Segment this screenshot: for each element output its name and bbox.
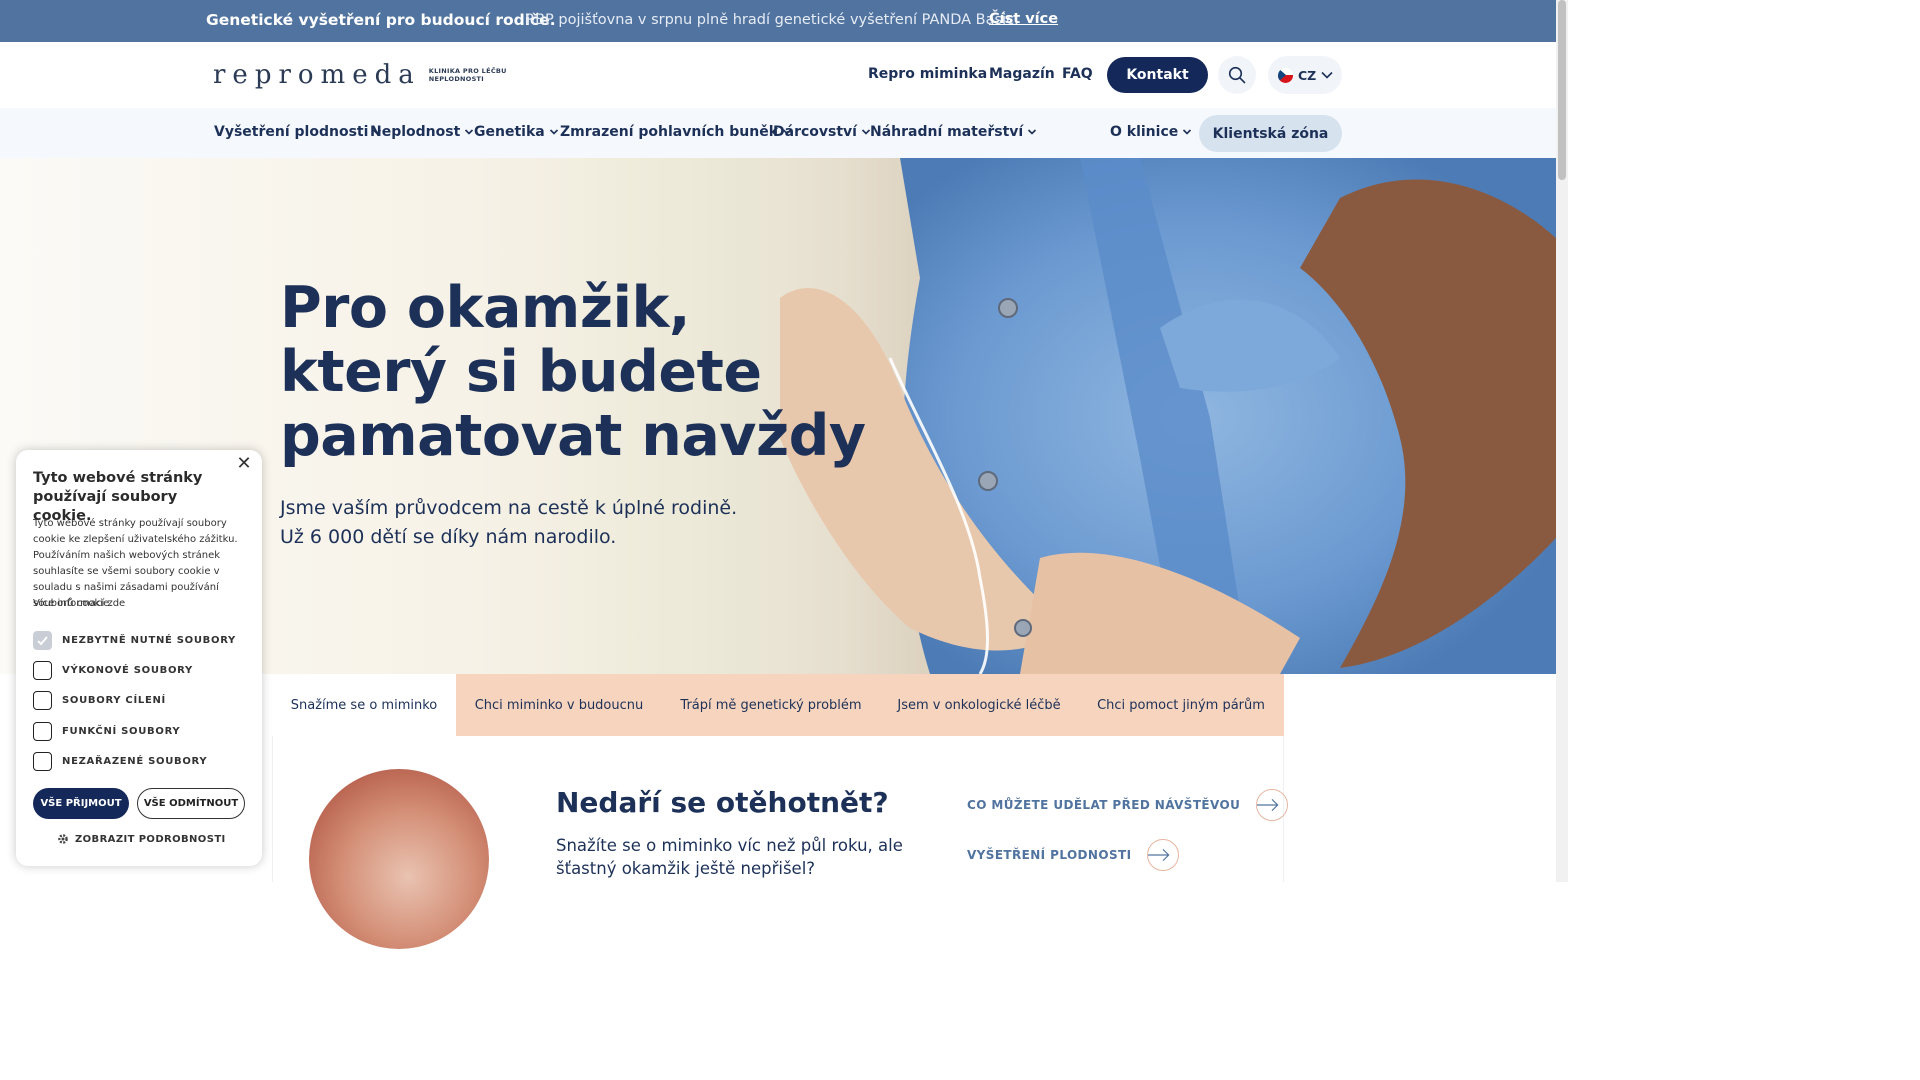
search-button[interactable] [1218, 56, 1256, 94]
close-icon[interactable]: ✕ [236, 455, 252, 473]
contact-button[interactable]: Kontakt [1107, 57, 1208, 93]
czech-flag-icon [1278, 67, 1293, 83]
hero-photo-pregnant-belly [780, 158, 1556, 674]
nav-item-nahradni-materstvi[interactable]: Náhradní mateřství [870, 124, 1037, 140]
cookie-more-info-link[interactable]: Více informací zde [33, 598, 125, 609]
language-code: CZ [1298, 67, 1317, 83]
repromeda-logo[interactable]: repromeda KLINIKA PRO LÉČBU NEPLODNOSTI [213, 60, 507, 90]
scrollbar-thumb[interactable] [1558, 0, 1566, 180]
header-link-magazin[interactable]: Magazín [989, 66, 1055, 82]
page-scrollbar[interactable] [1556, 0, 1568, 882]
search-icon [1228, 66, 1246, 84]
client-zone-button[interactable]: Klientská zóna [1199, 115, 1342, 152]
checkbox[interactable] [33, 752, 52, 771]
chevron-down-icon [1321, 71, 1333, 79]
banner-headline: Genetické vyšetření pro budoucí rodiče. [206, 11, 556, 29]
chevron-down-icon [549, 129, 558, 135]
section-heading: Nedaří se otěhotnět? [556, 786, 889, 819]
header-link-faq[interactable]: FAQ [1062, 66, 1093, 82]
tab-chci-miminko-v-budoucnu[interactable]: Chci miminko v budoucnu [456, 674, 662, 736]
announcement-banner: Genetické vyšetření pro budoucí rodiče. … [0, 0, 1556, 42]
checkbox[interactable] [33, 661, 52, 680]
chevron-down-icon [465, 129, 474, 135]
header-link-repro-miminka[interactable]: Repro miminka [868, 66, 987, 82]
accept-all-button[interactable]: VŠE PŘIJMOUT [33, 788, 129, 819]
tab-genetic-problem[interactable]: Trápí mě genetický problém [662, 674, 880, 736]
cookie-option-necessary[interactable]: NEZBYTNĚ NUTNÉ SOUBORY [33, 631, 236, 650]
logo-wordmark: repromeda [213, 60, 421, 90]
banner-read-more-link[interactable]: Číst více [989, 11, 1058, 27]
cookie-option-targeting[interactable]: SOUBORY CÍLENÍ [33, 691, 166, 710]
main-navigation: Vyšetření plodnosti Neplodnost Genetika … [0, 108, 1556, 158]
chevron-down-icon [1183, 129, 1192, 135]
checkbox[interactable] [33, 691, 52, 710]
tab-content: Nedaří se otěhotnět? Snažíte se o mimink… [272, 736, 1289, 949]
site-header: repromeda KLINIKA PRO LÉČBU NEPLODNOSTI … [0, 42, 1556, 108]
nav-item-darcovstvi[interactable]: Dárcovství [773, 124, 871, 140]
couple-hands-photo [309, 769, 489, 949]
nav-item-o-klinice[interactable]: O klinice [1110, 124, 1192, 140]
logo-tagline: KLINIKA PRO LÉČBU NEPLODNOSTI [428, 67, 507, 83]
audience-tabs: Snažíme se o miminko Chci miminko v budo… [272, 674, 1284, 736]
arrow-right-icon [1147, 839, 1180, 871]
decline-all-button[interactable]: VŠE ODMÍTNOUT [137, 788, 245, 819]
arrow-right-icon [1256, 789, 1289, 821]
nav-item-zmrazeni[interactable]: Zmrazení pohlavních buněk [560, 124, 792, 140]
hero-subtitle: Jsme vaším průvodcem na cestě k úplné ro… [280, 497, 738, 548]
hero-title: Pro okamžik, který si budete pamatovat n… [280, 275, 866, 469]
cookie-option-unclassified[interactable]: NEZAŘAZENÉ SOUBORY [33, 752, 207, 771]
checkbox-checked[interactable] [33, 631, 52, 650]
language-selector[interactable]: CZ [1268, 56, 1342, 94]
chevron-down-icon [1028, 129, 1037, 135]
nav-item-genetika[interactable]: Genetika [474, 124, 559, 140]
gear-icon [58, 834, 68, 844]
nav-item-neplodnost[interactable]: Neplodnost [370, 124, 474, 140]
section-text: Snažíte se o miminko víc než půl roku, a… [556, 836, 903, 878]
cookie-option-performance[interactable]: VÝKONOVÉ SOUBORY [33, 661, 193, 680]
cookie-option-functional[interactable]: FUNKČNÍ SOUBORY [33, 722, 180, 741]
nav-item-vysetreni-plodnosti[interactable]: Vyšetření plodnosti [214, 124, 382, 140]
cookie-consent-panel: ✕ Tyto webové stránky používají soubory … [16, 450, 262, 866]
show-details-button[interactable]: ZOBRAZIT PODROBNOSTI [57, 833, 226, 845]
tab-pomoct-jinym-parum[interactable]: Chci pomoct jiným párům [1078, 674, 1284, 736]
checkbox[interactable] [33, 722, 52, 741]
link-fertility-exam[interactable]: VYŠETŘENÍ PLODNOSTI [967, 839, 1180, 871]
banner-text: RBP pojišťovna v srpnu plně hradí geneti… [525, 12, 1019, 28]
tab-onkologicka-lecba[interactable]: Jsem v onkologické léčbě [880, 674, 1078, 736]
link-before-visit[interactable]: CO MŮŽETE UDĚLAT PŘED NÁVŠTĚVOU [967, 789, 1289, 821]
tab-snazime-se-o-miminko[interactable]: Snažíme se o miminko [272, 674, 456, 736]
